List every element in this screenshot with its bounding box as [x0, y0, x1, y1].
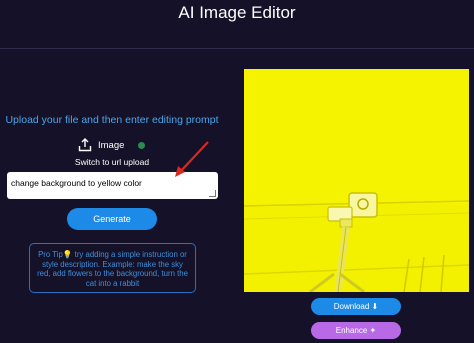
- image-label: Image: [98, 139, 125, 151]
- preview-image: [244, 69, 469, 292]
- upload-icon: [78, 138, 92, 152]
- resize-handle[interactable]: [209, 190, 216, 197]
- download-button[interactable]: Download ⬇: [311, 298, 401, 315]
- check-icon: [138, 141, 146, 149]
- app-header: AI Image Editor: [0, 0, 474, 49]
- image-preview: [244, 69, 469, 292]
- pro-tip-text: Pro Tip💡 try adding a simple instruction…: [37, 250, 188, 288]
- prompt-input-value: change background to yellow color: [11, 178, 142, 188]
- page-title: AI Image Editor: [178, 3, 296, 22]
- enhance-button[interactable]: Enhance ✦: [311, 322, 401, 339]
- image-upload-button[interactable]: Image: [78, 136, 146, 154]
- pro-tip-box: Pro Tip💡 try adding a simple instruction…: [29, 243, 196, 293]
- red-arrow-icon: [175, 141, 209, 177]
- upload-instruction: Upload your file and then enter editing …: [5, 114, 219, 126]
- generate-button[interactable]: Generate: [67, 208, 157, 230]
